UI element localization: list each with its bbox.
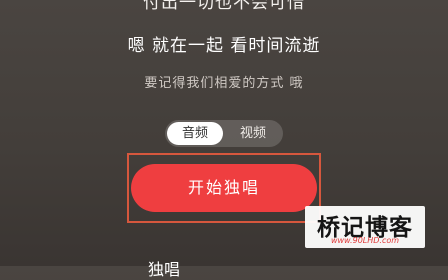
bottom-option-solo[interactable]: 独唱 xyxy=(148,256,180,280)
lyric-current-line: 嗯 就在一起 看时间流逝 xyxy=(127,36,321,56)
lyric-next-line: 要记得我们相爱的方式 哦 xyxy=(144,76,304,91)
tab-audio[interactable]: 音频 xyxy=(167,122,223,145)
lyric-previous-line: 付出一切也不会可惜 xyxy=(143,0,305,13)
audio-video-toggle: 音频 视频 xyxy=(165,120,283,147)
start-solo-button[interactable]: 开始独唱 xyxy=(131,164,317,212)
watermark-url: www.90LHD.com xyxy=(330,236,400,245)
site-watermark: 桥记博客 www.90LHD.com xyxy=(305,206,425,248)
tab-video[interactable]: 视频 xyxy=(225,122,281,145)
